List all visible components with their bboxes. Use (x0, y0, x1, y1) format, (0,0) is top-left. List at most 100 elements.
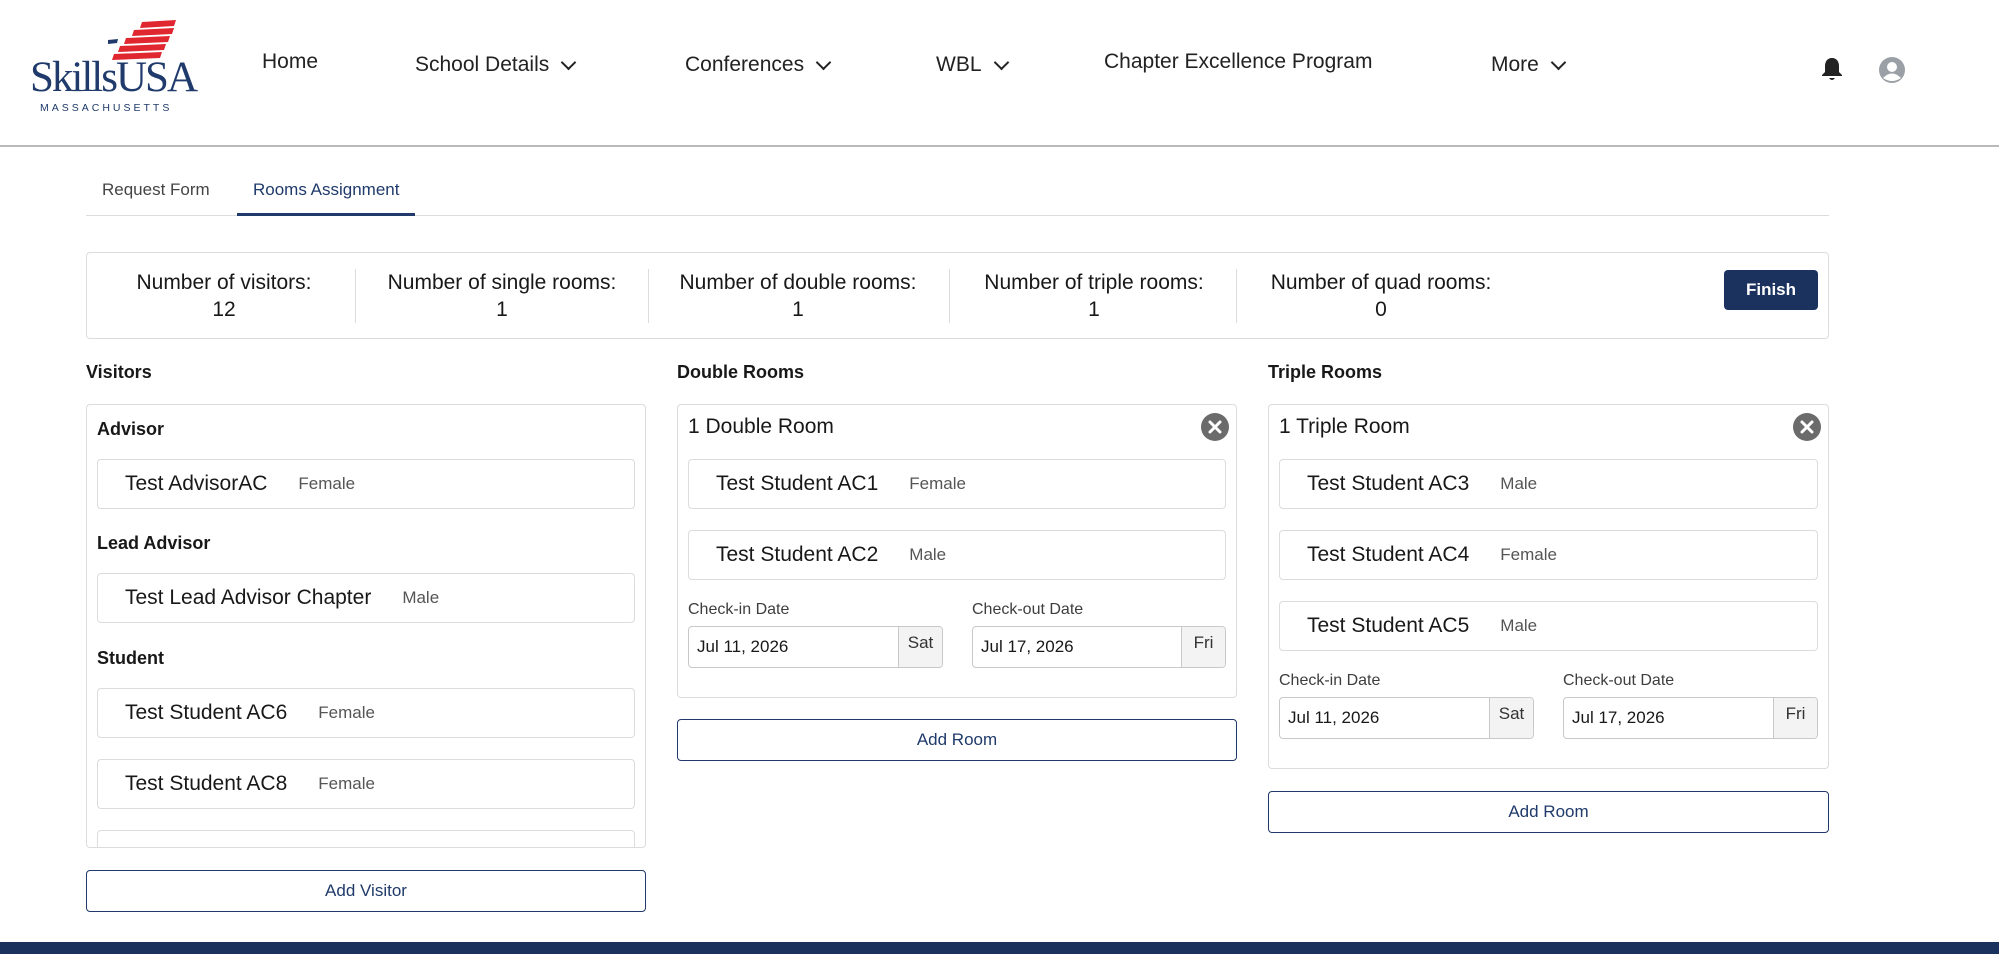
nav-chapter-excellence[interactable]: Chapter Excellence Program (1104, 50, 1372, 74)
divider (949, 269, 950, 323)
divider (1236, 269, 1237, 323)
occupant-name: Test Student AC4 (1307, 543, 1470, 566)
stat-label: Number of triple rooms: (984, 271, 1204, 294)
visitors-panel[interactable]: Advisor Test AdvisorAC Female Lead Advis… (86, 404, 646, 848)
visitor-gender: Male (402, 588, 440, 607)
checkout-day: Fri (1181, 627, 1225, 667)
checkout-date-field[interactable]: Jul 17, 2026 Fri (972, 626, 1226, 668)
visitor-gender: Female (318, 703, 375, 722)
stat-visitors: Number of visitors: 12 (131, 269, 317, 323)
visitor-card[interactable]: Test Student AC6 Female (97, 688, 635, 738)
visitor-name: Test AdvisorAC (125, 472, 268, 495)
nav-school-details[interactable]: School Details (415, 53, 577, 77)
occupant-name: Test Student AC1 (716, 472, 879, 495)
add-visitor-button[interactable]: Add Visitor (86, 870, 646, 912)
room-occupant-card[interactable]: Test Student AC5 Male (1279, 601, 1818, 651)
add-triple-room-button[interactable]: Add Room (1268, 791, 1829, 833)
stat-triple-rooms: Number of triple rooms: 1 (965, 269, 1223, 323)
checkin-label: Check-in Date (688, 601, 790, 618)
visitor-card[interactable]: Test AdvisorAC Female (97, 459, 635, 509)
occupant-name: Test Student AC3 (1307, 472, 1470, 495)
stat-label: Number of visitors: (136, 271, 312, 294)
room-title: 1 Triple Room (1279, 415, 1410, 438)
tab-rooms-assignment[interactable]: Rooms Assignment (237, 180, 416, 216)
checkout-label: Check-out Date (1563, 672, 1675, 689)
visitor-gender: Female (318, 774, 375, 793)
divider (355, 269, 356, 323)
visitor-card[interactable]: Test Student AC8 Female (97, 759, 635, 809)
triple-rooms-title: Triple Rooms (1268, 362, 1383, 382)
occupant-gender: Male (909, 545, 947, 564)
stat-single-rooms: Number of single rooms: 1 (371, 269, 633, 323)
occupant-gender: Female (909, 474, 966, 493)
nav-label: WBL (936, 53, 982, 76)
room-occupant-card[interactable]: Test Student AC4 Female (1279, 530, 1818, 580)
chevron-down-icon (815, 54, 832, 70)
stat-value: 12 (212, 298, 236, 321)
nav-more[interactable]: More (1491, 53, 1567, 77)
double-rooms-title: Double Rooms (677, 362, 805, 382)
group-label-advisor: Advisor (97, 419, 165, 439)
visitor-name: Test Student AC8 (125, 772, 288, 795)
stat-quad-rooms: Number of quad rooms: 0 (1253, 269, 1509, 323)
close-icon[interactable] (1792, 412, 1822, 442)
occupant-name: Test Student AC5 (1307, 614, 1470, 637)
tab-request-form[interactable]: Request Form (86, 180, 226, 216)
checkin-day: Sat (1489, 698, 1533, 738)
add-double-room-button[interactable]: Add Room (677, 719, 1237, 761)
logo-wordmark: SkillsUSA (30, 54, 198, 101)
bell-icon[interactable] (1820, 56, 1844, 82)
visitor-card-partial[interactable] (97, 830, 635, 847)
checkin-date-value: Jul 11, 2026 (1288, 708, 1380, 727)
occupant-name: Test Student AC2 (716, 543, 879, 566)
nav-label: School Details (415, 53, 550, 76)
stat-value: 1 (496, 298, 508, 321)
user-avatar-icon[interactable] (1878, 56, 1906, 84)
chevron-down-icon (993, 54, 1009, 70)
top-header: SkillsUSA MASSACHUSETTS Home School Deta… (0, 0, 1999, 147)
visitor-gender: Female (298, 474, 356, 493)
stat-label: Number of double rooms: (679, 271, 917, 294)
nav-label: Home (262, 50, 319, 73)
room-occupant-card[interactable]: Test Student AC1 Female (688, 459, 1226, 509)
group-label-lead-advisor: Lead Advisor (97, 533, 211, 553)
checkin-day: Sat (898, 627, 942, 667)
stat-double-rooms: Number of double rooms: 1 (663, 269, 933, 323)
triple-room-card: 1 Triple Room Test Student AC3 Male Test… (1268, 404, 1829, 769)
skillsusa-logo[interactable]: SkillsUSA MASSACHUSETTS (28, 18, 198, 118)
room-stats-bar: Number of visitors: 12 Number of single … (86, 252, 1829, 339)
stat-value: 1 (792, 298, 804, 321)
checkin-date-field[interactable]: Jul 11, 2026 Sat (688, 626, 943, 668)
room-title: 1 Double Room (688, 415, 834, 438)
stat-value: 1 (1088, 298, 1100, 321)
divider (648, 269, 649, 323)
finish-button[interactable]: Finish (1724, 270, 1818, 310)
nav-label: More (1491, 53, 1539, 76)
checkout-label: Check-out Date (972, 601, 1084, 618)
checkout-date-value: Jul 17, 2026 (981, 637, 1074, 656)
stat-label: Number of quad rooms: (1270, 271, 1492, 294)
checkin-date-value: Jul 11, 2026 (697, 637, 789, 656)
room-occupant-card[interactable]: Test Student AC2 Male (688, 530, 1226, 580)
checkout-day: Fri (1773, 698, 1817, 738)
visitor-name: Test Student AC6 (125, 701, 288, 724)
nav-home[interactable]: Home (262, 50, 318, 74)
checkin-date-field[interactable]: Jul 11, 2026 Sat (1279, 697, 1534, 739)
occupant-gender: Male (1500, 616, 1538, 635)
visitor-card[interactable]: Test Lead Advisor Chapter Male (97, 573, 635, 623)
nav-conferences[interactable]: Conferences (685, 53, 832, 77)
stat-label: Number of single rooms: (387, 271, 617, 294)
checkout-date-field[interactable]: Jul 17, 2026 Fri (1563, 697, 1818, 739)
logo-subtitle: MASSACHUSETTS (40, 102, 173, 114)
chevron-down-icon (560, 54, 577, 70)
occupant-gender: Male (1500, 474, 1538, 493)
tab-bar: Request Form Rooms Assignment (86, 172, 1829, 216)
visitors-title: Visitors (86, 362, 152, 382)
double-room-card: 1 Double Room Test Student AC1 Female Te… (677, 404, 1237, 698)
nav-label: Conferences (685, 53, 805, 76)
nav-wbl[interactable]: WBL (936, 53, 1009, 77)
close-icon[interactable] (1200, 412, 1230, 442)
stat-value: 0 (1375, 298, 1387, 321)
room-occupant-card[interactable]: Test Student AC3 Male (1279, 459, 1818, 509)
footer-bar (0, 942, 1999, 954)
